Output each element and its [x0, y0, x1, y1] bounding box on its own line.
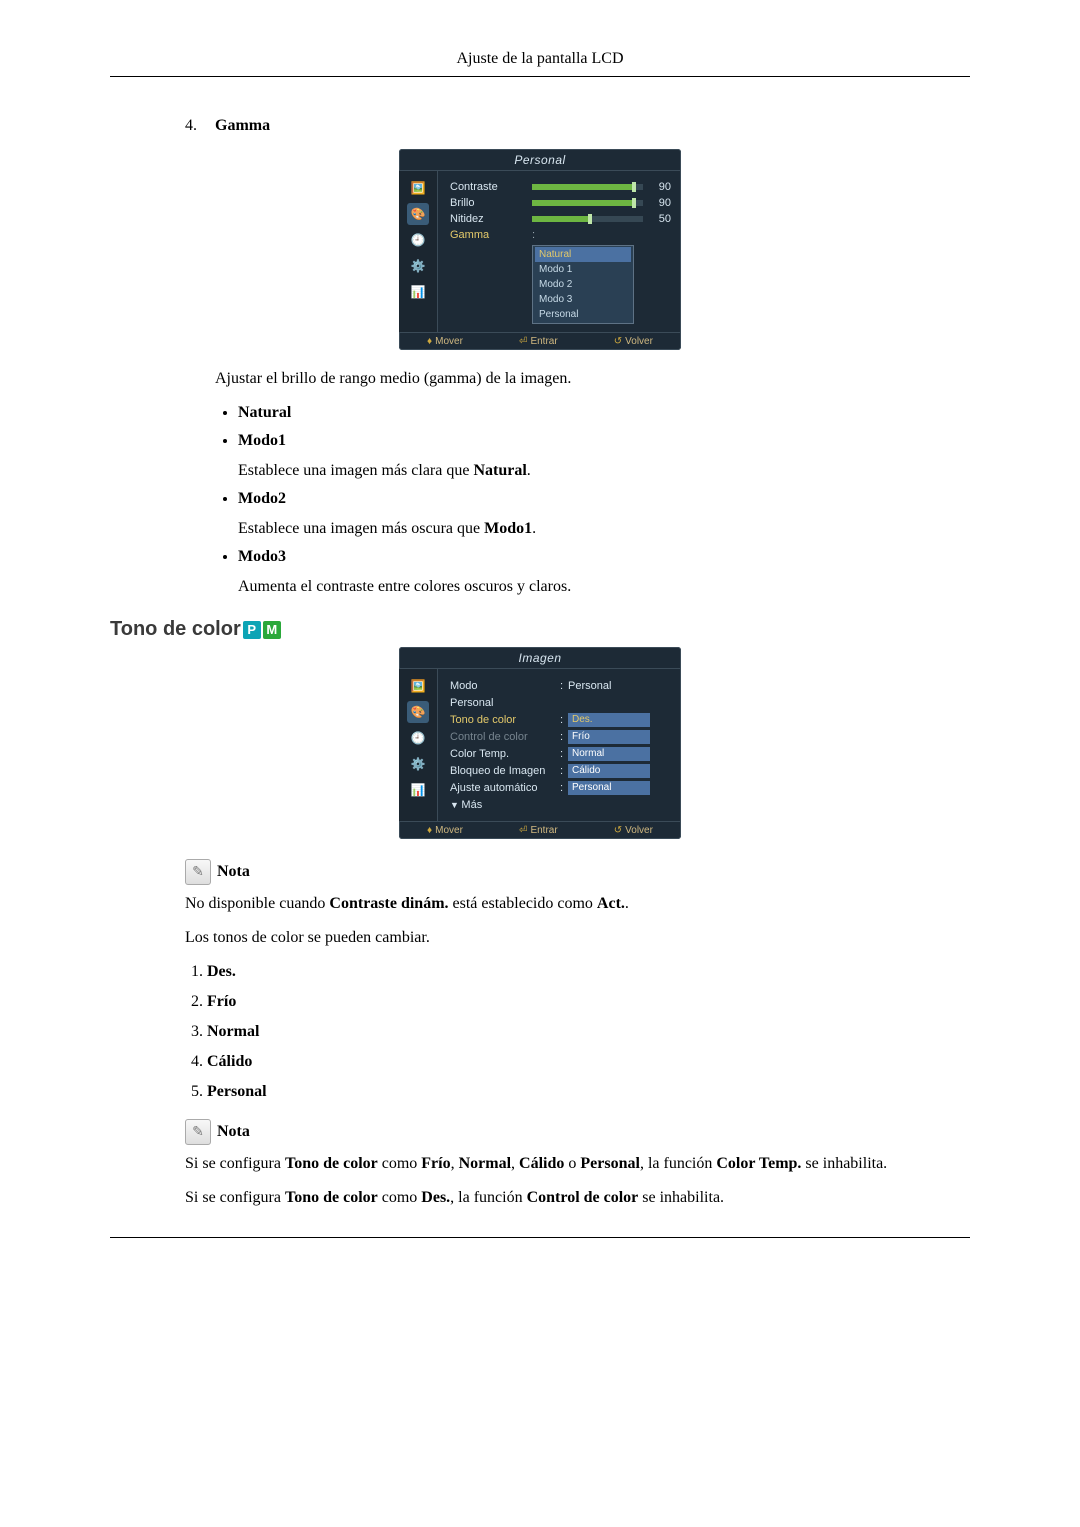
- brillo-slider: [532, 200, 643, 206]
- picture-icon: 🖼️: [407, 177, 429, 199]
- brillo-value: 90: [649, 197, 671, 209]
- page-header-title: Ajuste de la pantalla LCD: [110, 50, 970, 68]
- nota-2: ✎ Nota: [185, 1119, 970, 1145]
- osd2-footer-back: Volver: [625, 825, 653, 836]
- osd1-brillo-label: Brillo: [450, 197, 532, 209]
- clock-icon: 🕘: [407, 229, 429, 251]
- tono-item-frio: Frío: [207, 993, 970, 1011]
- osd2-row-ajuste: Ajuste automático : Personal: [450, 779, 671, 796]
- osd-imagen-panel: Imagen 🖼️ 🎨 🕘 ⚙️ 📊 Modo : Personal: [399, 647, 681, 839]
- osd1-sidebar: 🖼️ 🎨 🕘 ⚙️ 📊: [399, 171, 438, 332]
- tono-item-calido: Cálido: [207, 1053, 970, 1071]
- gear-icon: ⚙️: [407, 753, 429, 775]
- tono-de-color-text: Tono de color: [110, 618, 241, 641]
- osd1-row-contraste: Contraste 90: [450, 179, 671, 195]
- badge-p-icon: P: [243, 621, 261, 639]
- osd2-sidebar: 🖼️ 🎨 🕘 ⚙️ 📊: [399, 669, 438, 821]
- osd2-footer: ♦Mover ⏎Entrar ↺Volver: [399, 821, 681, 839]
- osd2-row-bloqueo: Bloqueo de Imagen : Cálido: [450, 762, 671, 779]
- note-icon: ✎: [185, 1119, 211, 1145]
- note-icon: ✎: [185, 859, 211, 885]
- osd1-footer-enter: Entrar: [530, 336, 557, 347]
- contraste-value: 90: [649, 181, 671, 193]
- osd1-footer-move: Mover: [435, 336, 463, 347]
- osd2-row-control: Control de color : Frío: [450, 728, 671, 745]
- osd2-footer-enter: Entrar: [530, 825, 557, 836]
- nota-2-label: Nota: [217, 1123, 250, 1141]
- nota-1-line1: No disponible cuando Contraste dinám. es…: [185, 895, 970, 913]
- image-settings-icon: 🎨: [407, 203, 429, 225]
- nota-1-line2: Los tonos de color se pueden cambiar.: [185, 929, 970, 947]
- image-settings-icon: 🎨: [407, 701, 429, 723]
- tono-item-des: Des.: [207, 963, 970, 981]
- footer-rule: [110, 1237, 970, 1238]
- down-arrow-icon: ▼: [450, 800, 461, 810]
- nota-2-para2: Si se configura Tono de color como Des.,…: [185, 1189, 970, 1207]
- badge-m-icon: M: [263, 621, 281, 639]
- gamma-number: 4.: [185, 117, 215, 135]
- gamma-label: Gamma: [215, 117, 270, 135]
- osd2-footer-move: Mover: [435, 825, 463, 836]
- bullet-modo2: Modo2 Establece una imagen más oscura qu…: [238, 490, 970, 538]
- osd2-row-mas: ▼ Más: [450, 796, 671, 813]
- osd2-row-personal: Personal: [450, 694, 671, 711]
- multi-icon: 📊: [407, 779, 429, 801]
- bullet-modo2-desc: Establece una imagen más oscura que Modo…: [238, 520, 970, 538]
- osd1-footer: ♦Mover ⏎Entrar ↺Volver: [399, 332, 681, 350]
- bullet-modo3: Modo3 Aumenta el contraste entre colores…: [238, 548, 970, 596]
- header-rule: [110, 76, 970, 77]
- osd1-title: Personal: [399, 149, 681, 171]
- nota-1-label: Nota: [217, 863, 250, 881]
- osd1-row-nitidez: Nitidez 50: [450, 211, 671, 227]
- bullet-modo2-label: Modo2: [238, 490, 286, 507]
- move-icon: ♦: [427, 336, 432, 347]
- bullet-modo1-label: Modo1: [238, 432, 286, 449]
- osd1-contraste-label: Contraste: [450, 181, 532, 193]
- nitidez-slider: [532, 216, 643, 222]
- bullet-modo1-desc: Establece una imagen más clara que Natur…: [238, 462, 970, 480]
- bullet-modo3-desc: Aumenta el contraste entre colores oscur…: [238, 578, 970, 596]
- osd2-row-colortemp: Color Temp. : Normal: [450, 745, 671, 762]
- gamma-opt-personal: Personal: [535, 307, 631, 322]
- multi-icon: 📊: [407, 281, 429, 303]
- tono-options-list: Des. Frío Normal Cálido Personal: [110, 963, 970, 1101]
- enter-icon: ⏎: [519, 336, 527, 347]
- nitidez-value: 50: [649, 213, 671, 225]
- bullet-natural: Natural: [238, 404, 970, 422]
- osd1-row-brillo: Brillo 90: [450, 195, 671, 211]
- osd2-row-tono: Tono de color : Des.: [450, 711, 671, 728]
- back-icon: ↺: [614, 825, 622, 836]
- tono-item-personal: Personal: [207, 1083, 970, 1101]
- bullet-modo3-label: Modo3: [238, 548, 286, 565]
- move-icon: ♦: [427, 825, 432, 836]
- back-icon: ↺: [614, 336, 622, 347]
- gamma-opt-natural: Natural: [535, 247, 631, 262]
- osd1-footer-back: Volver: [625, 336, 653, 347]
- nota-2-para1: Si se configura Tono de color como Frío,…: [185, 1155, 970, 1173]
- gear-icon: ⚙️: [407, 255, 429, 277]
- tono-de-color-heading: Tono de color P M: [110, 618, 970, 641]
- picture-icon: 🖼️: [407, 675, 429, 697]
- enter-icon: ⏎: [519, 825, 527, 836]
- osd1-nitidez-label: Nitidez: [450, 213, 532, 225]
- bullet-modo1: Modo1 Establece una imagen más clara que…: [238, 432, 970, 480]
- osd2-title: Imagen: [399, 647, 681, 669]
- osd1-row-gamma: Gamma :: [450, 227, 671, 243]
- osd2-row-modo: Modo : Personal: [450, 677, 671, 694]
- gamma-opt-modo3: Modo 3: [535, 292, 631, 307]
- nota-1: ✎ Nota: [185, 859, 970, 885]
- tono-item-normal: Normal: [207, 1023, 970, 1041]
- bullet-natural-label: Natural: [238, 404, 291, 421]
- gamma-opt-modo1: Modo 1: [535, 262, 631, 277]
- clock-icon: 🕘: [407, 727, 429, 749]
- contraste-slider: [532, 184, 643, 190]
- gamma-description: Ajustar el brillo de rango medio (gamma)…: [215, 370, 970, 388]
- gamma-dropdown: Natural Modo 1 Modo 2 Modo 3 Personal: [532, 245, 634, 324]
- gamma-opt-modo2: Modo 2: [535, 277, 631, 292]
- osd1-gamma-label: Gamma: [450, 229, 532, 241]
- gamma-heading: 4. Gamma: [185, 117, 970, 135]
- osd-personal-panel: Personal 🖼️ 🎨 🕘 ⚙️ 📊 Contraste: [399, 149, 681, 350]
